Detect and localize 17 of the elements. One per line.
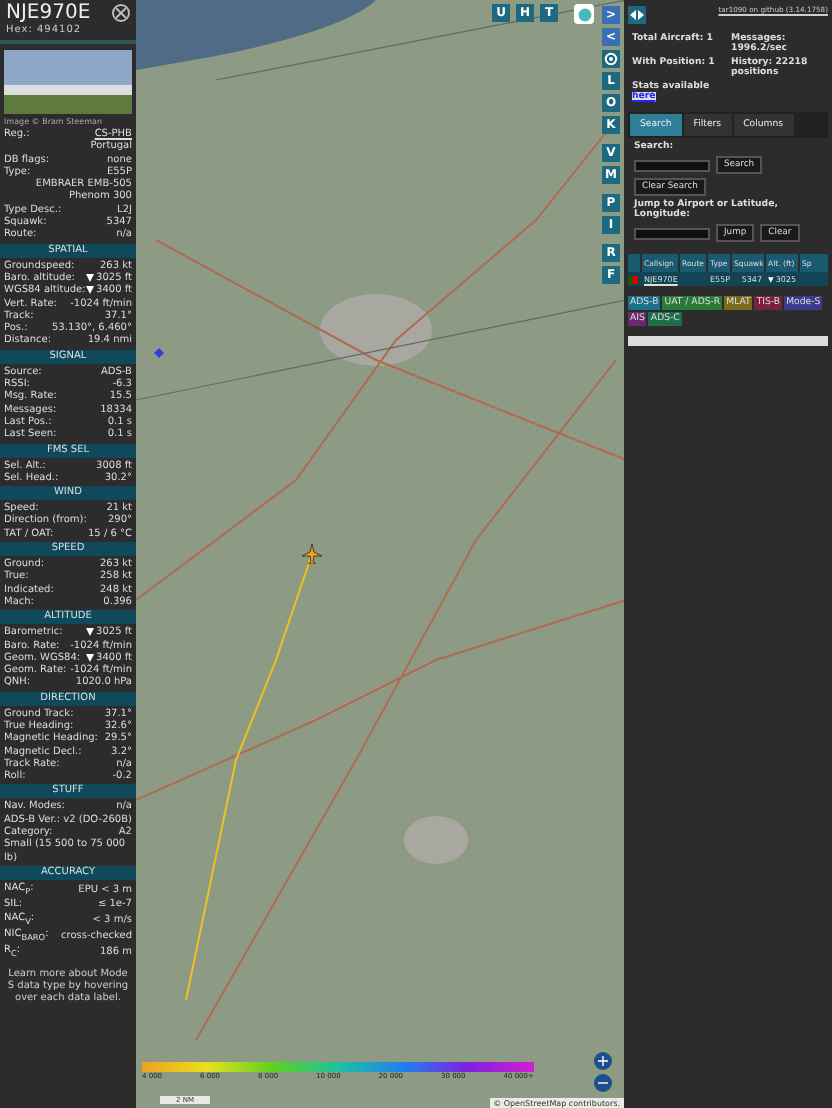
close-icon[interactable] (112, 4, 130, 22)
search-field[interactable] (634, 159, 710, 171)
descent-icon (768, 275, 774, 283)
photo-placeholder (4, 50, 132, 114)
descent-icon (86, 653, 95, 662)
jump-field[interactable] (634, 227, 710, 239)
table-header (628, 254, 640, 272)
aircraft-icon[interactable] (302, 544, 322, 564)
flag-icon (628, 275, 638, 283)
zoom-out-button[interactable]: − (594, 1074, 612, 1092)
waypoint-icon (154, 348, 164, 358)
toggle-button[interactable] (574, 4, 594, 24)
zoom-in-button[interactable]: + (594, 1052, 612, 1070)
expand-icon[interactable] (628, 6, 646, 24)
aircraft-callsign: NJE970E (4, 0, 93, 24)
horizontal-scrollbar[interactable] (628, 336, 828, 346)
settings-button[interactable] (602, 50, 620, 68)
